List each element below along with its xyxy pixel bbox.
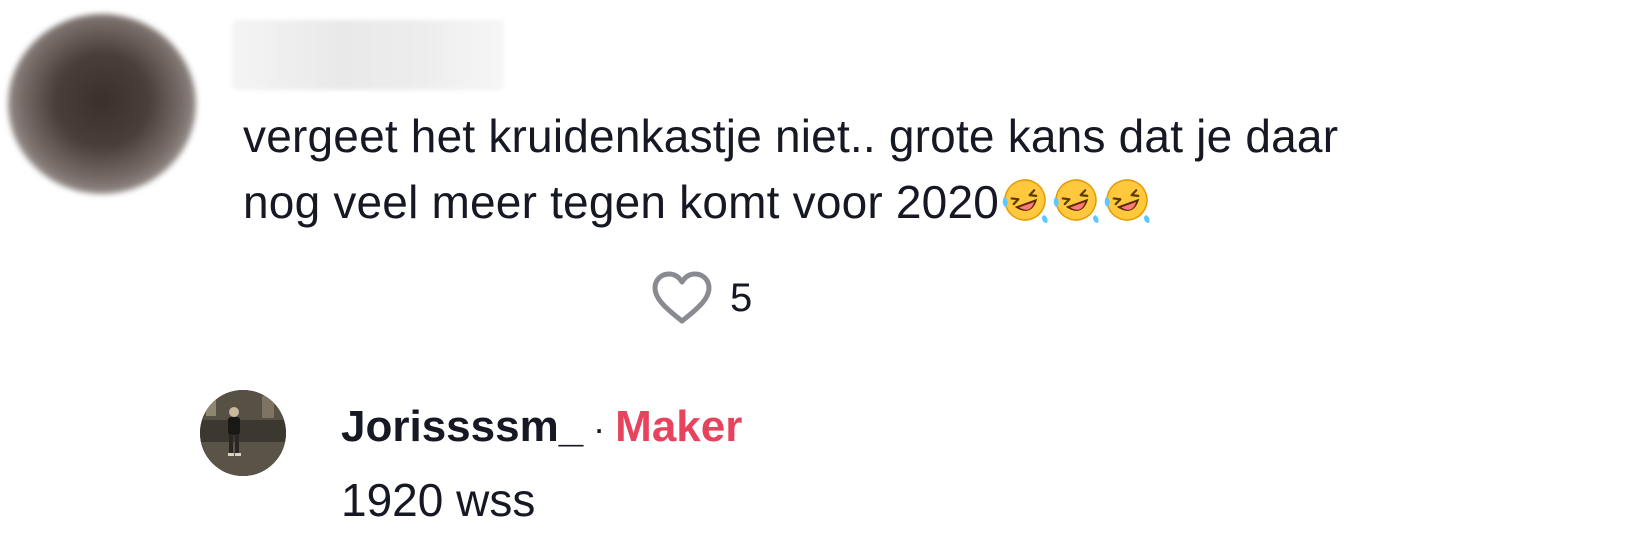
like-count: 5 [730, 275, 753, 320]
like-row: 5 [650, 268, 752, 328]
reply-separator: · [593, 408, 606, 449]
comment-text: vergeet het kruidenkastje niet.. grote k… [243, 103, 1623, 235]
reply-username[interactable]: Jorissssm_ [341, 402, 583, 451]
comment-avatar[interactable] [8, 14, 196, 194]
creator-badge: Maker [615, 402, 743, 451]
reply-header: Jorissssm_ · Maker [341, 400, 742, 456]
laughing-emoji-icon [1002, 179, 1048, 223]
comment-username-redacted [232, 20, 504, 90]
comment-text-line-2-text: nog veel meer tegen komt voor 2020 [243, 176, 1000, 228]
comment-text-line-2: nog veel meer tegen komt voor 2020 [243, 169, 1623, 235]
laughing-emoji-icon [1104, 179, 1150, 223]
reply-avatar[interactable] [200, 390, 286, 476]
reply-avatar-image [200, 390, 286, 476]
laughing-emoji-icon [1053, 179, 1099, 223]
heart-icon[interactable] [650, 269, 714, 327]
reply-text: 1920 wss [341, 474, 536, 526]
comment-text-line-1: vergeet het kruidenkastje niet.. grote k… [243, 110, 1339, 162]
